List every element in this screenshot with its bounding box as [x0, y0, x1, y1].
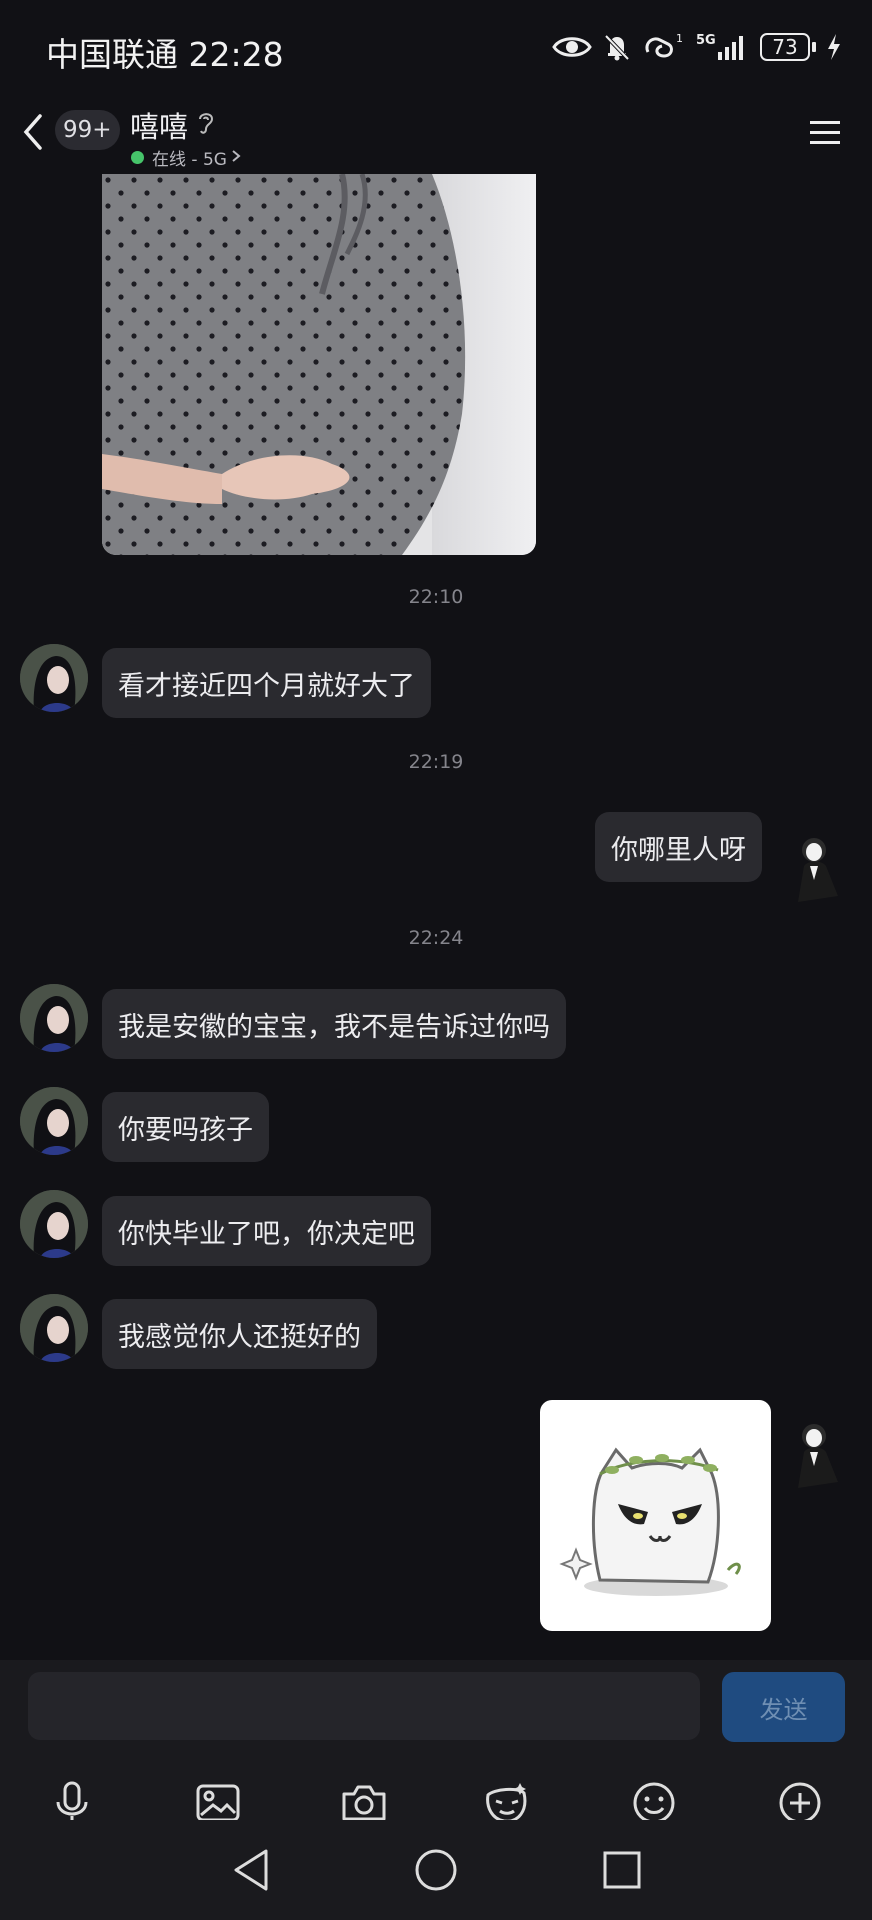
send-button[interactable]: 发送 [722, 1672, 845, 1742]
avatar[interactable] [786, 832, 846, 902]
back-icon [23, 114, 42, 150]
timestamp: 22:19 [408, 751, 464, 773]
online-status-text: 在线 - 5G [152, 150, 227, 170]
message-bubble[interactable]: 看才接近四个月就好大了 [102, 648, 431, 718]
charging-icon [826, 32, 842, 62]
network-type: 5G [696, 33, 716, 48]
avatar[interactable] [20, 1190, 88, 1258]
avatar[interactable] [20, 644, 88, 712]
cat-sticker [559, 1447, 741, 1596]
eye-icon [552, 33, 592, 61]
sticker-message[interactable] [540, 1400, 771, 1631]
chevron-right-icon [231, 148, 241, 168]
hd-call-icon: 1 [642, 32, 686, 62]
message-input[interactable] [28, 1672, 700, 1740]
chat-header: 99+ 嘻嘻 在线 - 5G [0, 100, 872, 174]
message-bubble[interactable]: 我感觉你人还挺好的 [102, 1299, 377, 1369]
unread-badge[interactable]: 99+ [55, 110, 120, 150]
timestamp: 22:10 [408, 586, 464, 608]
status-bar: 中国联通 22:28 1 5G 73 [0, 0, 872, 100]
input-bar: 发送 [0, 1660, 872, 1750]
online-dot [131, 151, 144, 164]
avatar[interactable] [20, 1087, 88, 1155]
bell-off-icon [602, 32, 632, 62]
carrier-time: 中国联通 22:28 [46, 35, 284, 74]
message-list[interactable]: 22:10 看才接近四个月就好大了 22:19 你哪里人呀 22:24 我是安徽… [0, 174, 872, 1660]
back-nav-icon[interactable] [224, 1842, 280, 1898]
battery-icon: 73 [760, 33, 816, 61]
menu-icon [810, 121, 840, 144]
status-icons: 1 5G 73 [552, 32, 842, 62]
back-button[interactable] [18, 112, 48, 152]
sim-index: 1 [676, 32, 683, 45]
message-bubble[interactable]: 你要吗孩子 [102, 1092, 269, 1162]
message-bubble[interactable]: 你快毕业了吧，你决定吧 [102, 1196, 431, 1266]
message-bubble[interactable]: 我是安徽的宝宝，我不是告诉过你吗 [102, 989, 566, 1059]
signal-icon: 5G [696, 32, 750, 62]
avatar[interactable] [20, 984, 88, 1052]
battery-level: 73 [760, 33, 810, 61]
ear-icon [196, 110, 216, 140]
menu-button[interactable] [808, 118, 842, 150]
message-bubble[interactable]: 你哪里人呀 [595, 812, 762, 882]
navigation-bar [0, 1820, 872, 1920]
timestamp: 22:24 [408, 927, 464, 949]
home-nav-icon[interactable] [408, 1842, 464, 1898]
photo-message[interactable] [102, 174, 536, 555]
avatar[interactable] [786, 1418, 846, 1488]
online-status[interactable]: 在线 - 5G [131, 145, 241, 170]
recents-nav-icon[interactable] [594, 1842, 650, 1898]
avatar[interactable] [20, 1294, 88, 1362]
contact-name[interactable]: 嘻嘻 [130, 104, 188, 146]
